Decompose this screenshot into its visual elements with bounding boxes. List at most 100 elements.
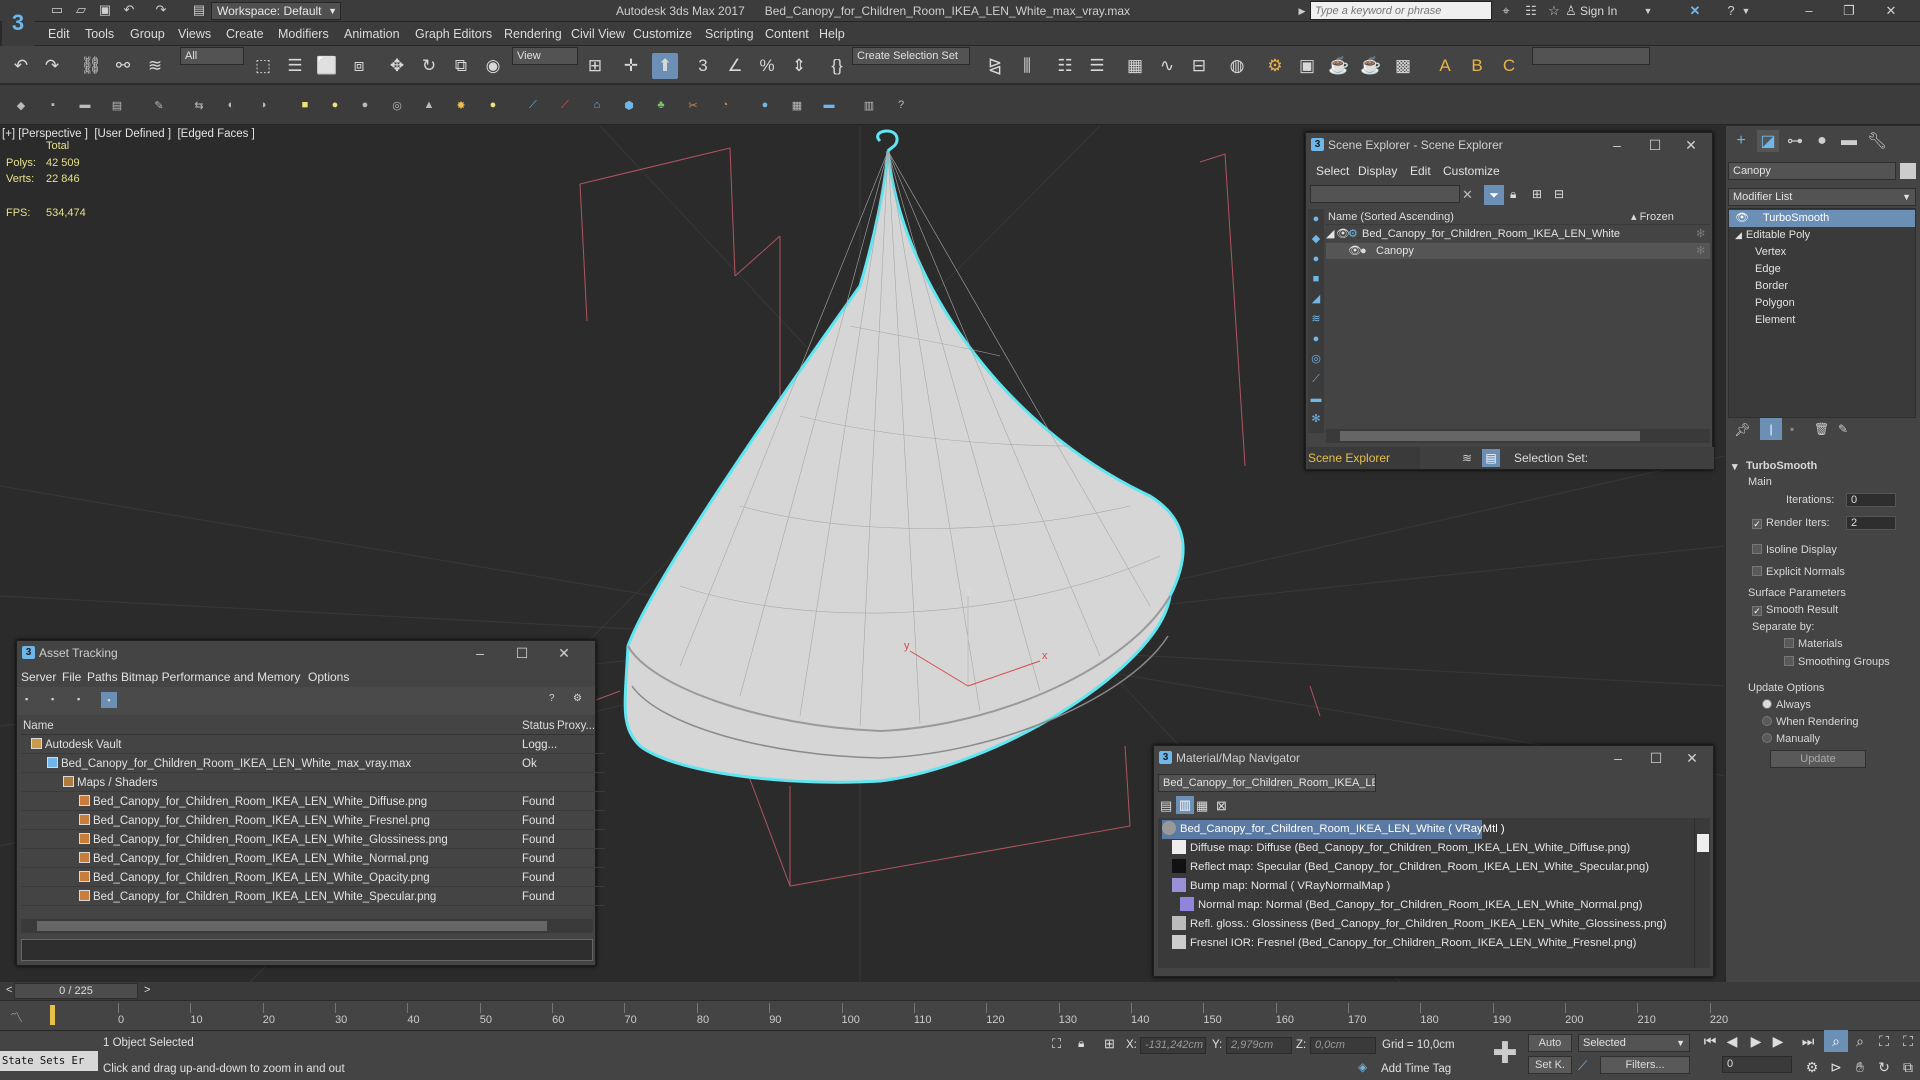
torus-primitive-icon[interactable]: ◎ (388, 96, 406, 114)
at-col-proxy[interactable]: Proxy... (557, 717, 595, 735)
create-tab-icon[interactable]: + (1730, 130, 1752, 152)
render-iterative-icon[interactable]: ☕ (1358, 53, 1384, 79)
add-time-tag[interactable]: Add Time Tag (1381, 1063, 1451, 1075)
redo-icon[interactable]: ↷ (152, 2, 170, 18)
at-col-status[interactable]: Status (522, 717, 555, 735)
material-root-row[interactable]: Bed_Canopy_for_Children_Room_IKEA_LEN_Wh… (1162, 820, 1505, 839)
table-row[interactable]: Bed_Canopy_for_Children_Room_IKEA_LEN_Wh… (21, 850, 605, 868)
se-scroll-thumb[interactable] (1340, 431, 1640, 441)
render-activeshade-icon[interactable]: ▩ (1390, 53, 1416, 79)
pivot-center-icon[interactable]: ⊞ (582, 53, 608, 79)
list-icons-view-icon[interactable]: ▥ (1176, 796, 1194, 814)
stack-edge[interactable]: Edge (1731, 261, 1919, 278)
helper-icon-2[interactable]: ⟋ (556, 96, 574, 114)
expand-arrow-icon[interactable]: ◢ (1326, 226, 1334, 242)
next-frame-icon[interactable]: ▶ (1766, 1030, 1790, 1052)
rectangular-selection-icon[interactable]: ⬜ (314, 53, 340, 79)
table-row[interactable]: Bed_Canopy_for_Children_Room_IKEA_LEN_Wh… (21, 831, 605, 849)
undo-icon[interactable]: ↶ (120, 2, 138, 18)
smooth-result-checkbox[interactable]: ✓ Smooth Result (1752, 604, 1838, 616)
table-row[interactable]: Bed_Canopy_for_Children_Room_IKEA_LEN_Wh… (21, 755, 605, 773)
undo-icon[interactable]: ↶ (8, 53, 34, 79)
zoom-icon[interactable]: ⌕ (1824, 1030, 1848, 1052)
placement-icon[interactable]: ◉ (480, 53, 506, 79)
named-selection-icon[interactable]: {} (824, 53, 850, 79)
utilities-tab-icon[interactable]: 🔧︎ (1866, 130, 1888, 152)
unlink-icon[interactable]: ⚯ (110, 53, 136, 79)
auto-key-button[interactable]: Auto (1528, 1034, 1572, 1052)
at-menu-bitmap[interactable]: Bitmap Performance and Memory (121, 667, 300, 687)
user-icon[interactable]: ♙ (1564, 2, 1578, 20)
col-name-header[interactable]: Name (Sorted Ascending) (1328, 209, 1454, 225)
maximize-icon[interactable]: ☐ (1639, 746, 1673, 770)
named-selection-set-dropdown[interactable]: Create Selection Set (852, 47, 970, 65)
at-col-name[interactable]: Name (23, 717, 54, 735)
object-color-swatch[interactable] (1900, 163, 1916, 179)
track-bar[interactable]: 〽 0 10 20 30 40 50 60 70 80 90 100 110 120 130 140 150 1… (0, 1000, 1920, 1030)
at-menu-paths[interactable]: Paths (87, 667, 118, 687)
select-manipulate-icon[interactable]: ✛ (618, 53, 644, 79)
menu-group[interactable]: Group (130, 25, 165, 43)
set-key-button[interactable]: Set K. (1528, 1056, 1572, 1074)
expand-arrow-icon[interactable]: ◢ (1735, 230, 1742, 240)
binoculars-icon[interactable]: ⌖ (1497, 2, 1515, 20)
helper-icon-1[interactable]: ⟋ (524, 96, 542, 114)
clear-search-icon[interactable]: ✕ (1462, 187, 1473, 203)
menu-modifiers[interactable]: Modifiers (278, 25, 329, 43)
eye-icon[interactable]: 👁︎ (1735, 212, 1749, 224)
map-row-normal[interactable]: Normal map: Normal (Bed_Canopy_for_Child… (1180, 896, 1715, 915)
table-row[interactable]: Autodesk Vault Logg... (21, 736, 605, 754)
close-icon[interactable]: ✕ (1880, 2, 1902, 20)
zoom-extents-icon[interactable]: ⛶ (1872, 1030, 1896, 1052)
material-editor-icon[interactable]: ◍ (1224, 53, 1250, 79)
time-config-icon[interactable]: ⚙ (1800, 1056, 1824, 1078)
freeze-icon[interactable]: ✻ (1696, 243, 1705, 259)
menu-graph-editors[interactable]: Graph Editors (415, 25, 492, 43)
table-row[interactable]: Bed_Canopy_for_Children_Room_IKEA_LEN_Wh… (21, 793, 605, 811)
configure-sets-icon[interactable]: ✎ (1838, 422, 1848, 436)
layer-icon[interactable]: ⊟ (1554, 187, 1564, 201)
radio-on-icon[interactable] (1762, 699, 1772, 709)
maximize-viewport-icon[interactable]: ⧉ (1896, 1056, 1920, 1078)
tool-icon-1[interactable]: ◆ (12, 96, 30, 114)
se-menu-edit[interactable]: Edit (1410, 161, 1431, 181)
small-icons-view-icon[interactable]: ▦ (1196, 798, 1208, 814)
material-name-field[interactable]: Bed_Canopy_for_Children_Room_IKEA_LEN_W (1158, 774, 1376, 792)
help-circle-icon[interactable]: ? (892, 96, 910, 114)
field-of-view-icon[interactable]: ⊳ (1824, 1056, 1848, 1078)
select-object-icon[interactable]: ⬚ (250, 53, 276, 79)
help-icon[interactable]: ? (1722, 2, 1740, 20)
menu-views[interactable]: Views (178, 25, 211, 43)
viewport-label[interactable]: [+] [Perspective ] [User Defined ] [Edge… (2, 128, 255, 140)
help-chevron-icon[interactable]: ▼ (1740, 2, 1752, 20)
scene-explorer-search[interactable] (1310, 185, 1460, 203)
at-hscrollbar[interactable] (21, 919, 593, 933)
current-frame-field[interactable]: 0 (1722, 1056, 1792, 1073)
col-frozen-header[interactable]: ▴ Frozen (1631, 209, 1674, 225)
text-tool-b-icon[interactable]: B (1464, 53, 1490, 79)
table-row[interactable]: Maps / Shaders (21, 774, 605, 792)
large-icons-view-icon[interactable]: ⊠ (1216, 798, 1227, 814)
motion-tab-icon[interactable]: ● (1811, 130, 1833, 152)
checkbox-icon[interactable] (1752, 566, 1762, 576)
key-mode-icon[interactable]: ✚ (1488, 1034, 1522, 1074)
tool-icon-6[interactable]: ⇆ (190, 96, 208, 114)
scale-icon[interactable]: ⧉ (448, 53, 474, 79)
keyboard-shortcut-override-icon[interactable]: ⬆ (652, 53, 678, 79)
at-settings-icon[interactable]: ⚙ (573, 693, 582, 704)
checkbox-icon[interactable] (1784, 638, 1794, 648)
filters-button[interactable]: Filters... (1600, 1056, 1690, 1074)
reference-coord-dropdown[interactable]: View (512, 47, 578, 65)
table-row[interactable]: Bed_Canopy_for_Children_Room_IKEA_LEN_Wh… (21, 888, 605, 906)
minimize-icon[interactable]: – (463, 641, 497, 665)
exchange-icon[interactable]: ✕ (1686, 2, 1704, 20)
helper-icon-10[interactable]: ▬ (820, 96, 838, 114)
tool-icon-3[interactable]: ▬ (76, 96, 94, 114)
stack-element[interactable]: Element (1731, 312, 1919, 329)
zoom-extents-all-icon[interactable]: ⛶ (1896, 1030, 1920, 1052)
selection-lock-icon[interactable]: 🔒︎ (1078, 1036, 1084, 1051)
play-icon[interactable]: ▶ (1744, 1030, 1768, 1052)
at-path-field[interactable] (21, 939, 593, 961)
render-iters-spinner[interactable]: 2 (1846, 516, 1896, 530)
checkbox-icon[interactable] (1752, 544, 1762, 554)
